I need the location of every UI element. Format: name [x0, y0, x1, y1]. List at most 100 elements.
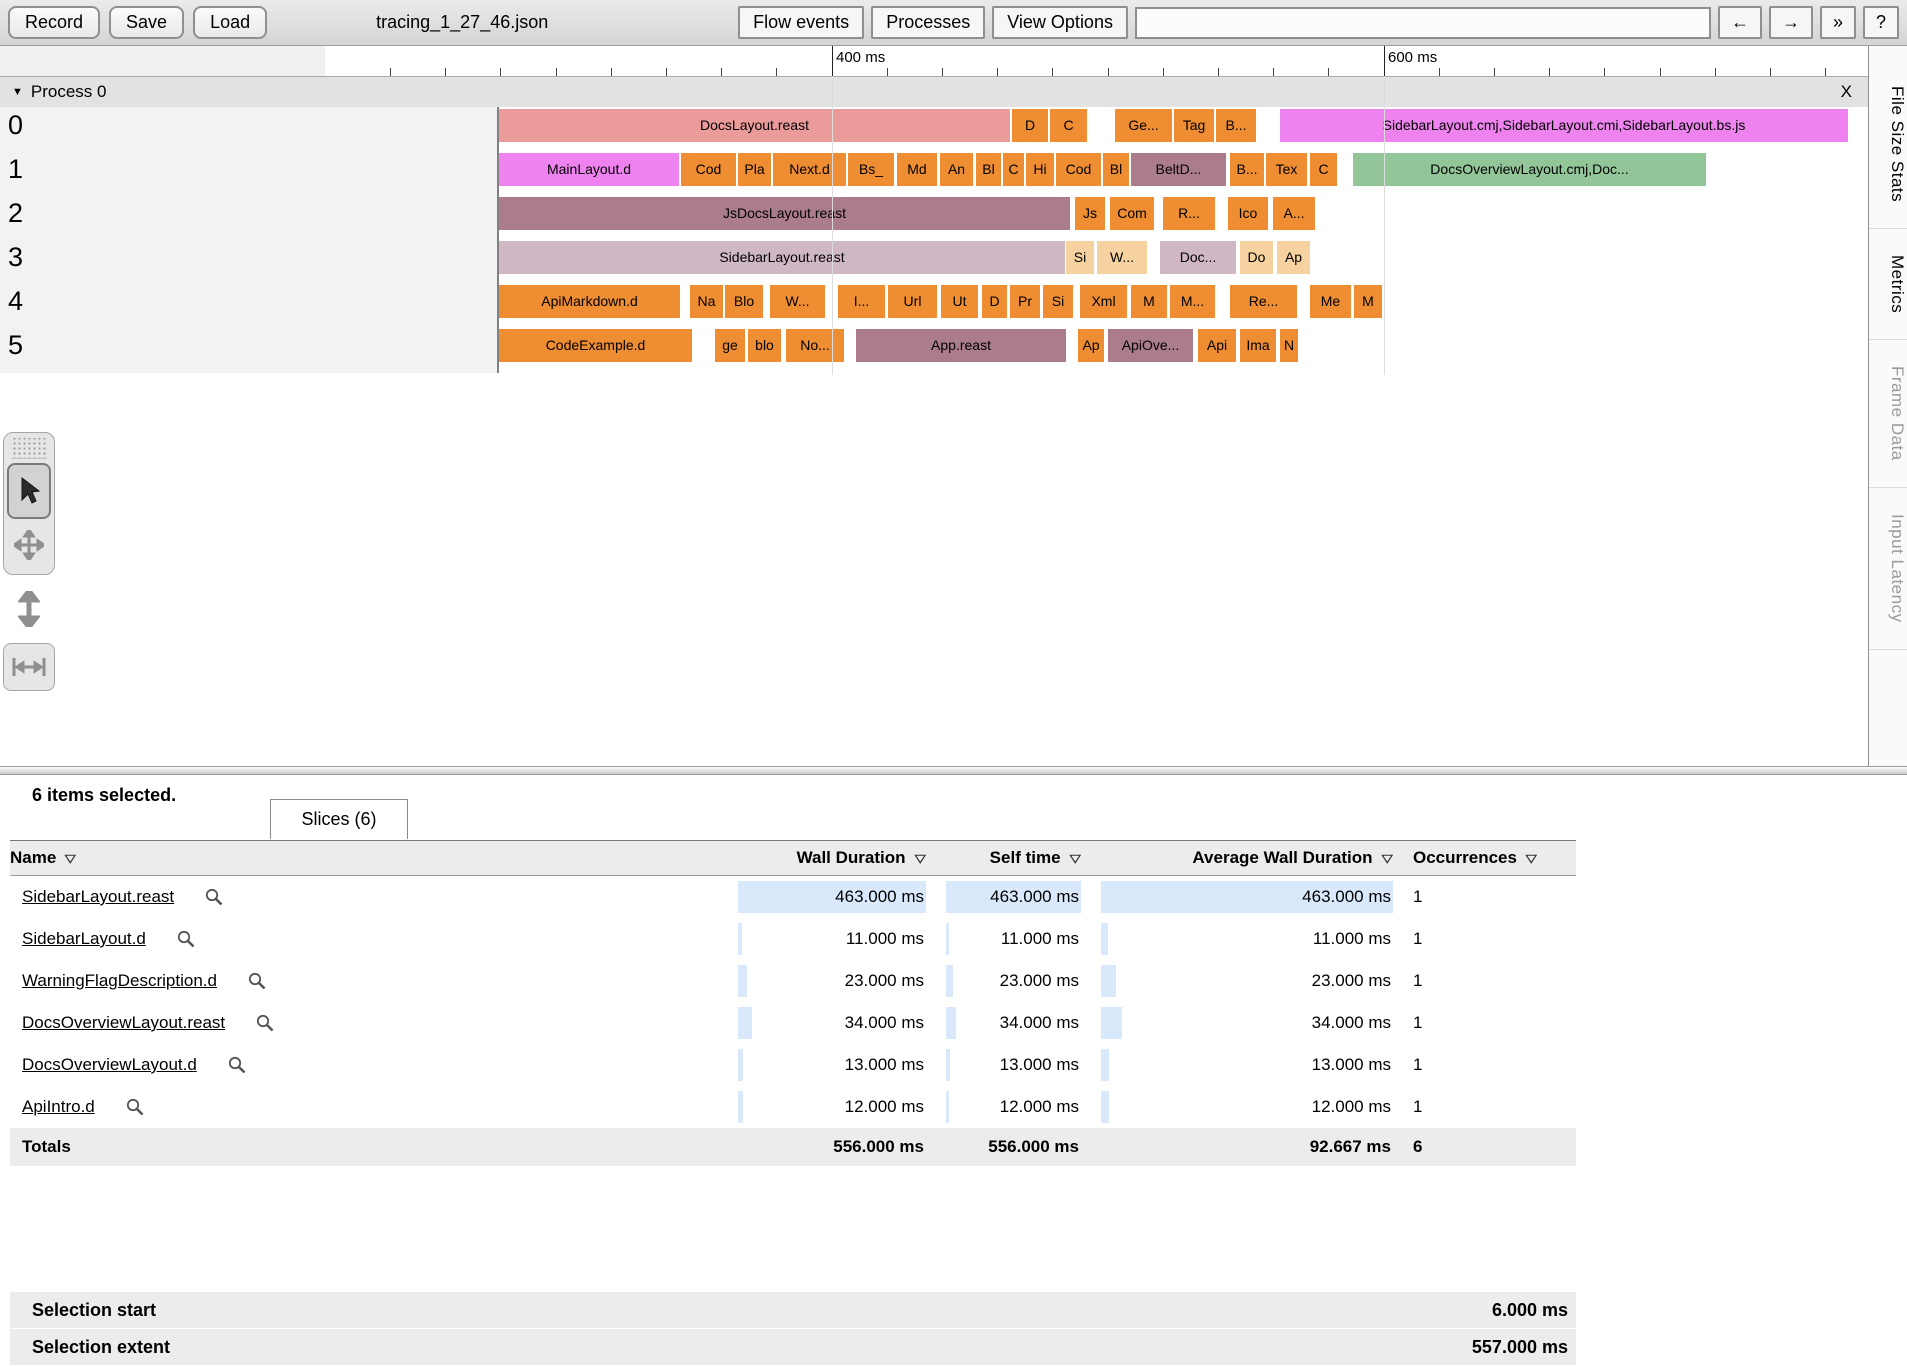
flame-slice[interactable]: D [1012, 109, 1048, 142]
flame-slice[interactable]: Tex [1266, 153, 1307, 186]
flame-slice[interactable]: Tag [1174, 109, 1214, 142]
magnifier-icon[interactable] [204, 887, 224, 907]
sidebar-tab-file-size-stats[interactable]: File Size Stats [1869, 46, 1907, 230]
flame-slice[interactable]: Xml [1080, 285, 1127, 318]
search-input[interactable] [1134, 6, 1711, 39]
flame-slice[interactable]: Ut [941, 285, 978, 318]
flame-slice[interactable]: C [1003, 153, 1024, 186]
flame-slice[interactable]: An [940, 153, 973, 186]
flame-slice[interactable]: ge [715, 329, 745, 362]
record-button[interactable]: Record [8, 5, 101, 40]
sidebar-tab-metrics[interactable]: Metrics [1869, 229, 1907, 341]
flame-slice[interactable]: Cod [1056, 153, 1101, 186]
flame-slice[interactable]: blo [748, 329, 781, 362]
flame-slice[interactable]: DocsLayout.reast [499, 109, 1010, 142]
flame-slice[interactable]: Js [1075, 197, 1105, 230]
flame-slice[interactable]: Pr [1010, 285, 1040, 318]
flame-slice[interactable]: Doc... [1160, 241, 1236, 274]
flame-slice[interactable]: Si [1043, 285, 1073, 318]
expand-horizontal-tool-button[interactable] [3, 643, 55, 691]
flame-slice[interactable]: B... [1216, 109, 1256, 142]
flame-slice[interactable]: B... [1230, 153, 1264, 186]
flame-slice[interactable]: Si [1066, 241, 1094, 274]
slice-name-link[interactable]: WarningFlagDescription.d [22, 971, 217, 991]
flame-slice[interactable]: Pla [738, 153, 771, 186]
collapse-triangle-icon[interactable]: ▼ [12, 86, 23, 98]
flame-slice[interactable]: ApiOve... [1108, 329, 1193, 362]
magnifier-icon[interactable] [125, 1097, 145, 1117]
flame-slice[interactable]: Cod [681, 153, 736, 186]
flame-slice[interactable]: D [982, 285, 1007, 318]
flame-slice[interactable]: N [1280, 329, 1298, 362]
flame-slice[interactable]: M [1131, 285, 1167, 318]
processes-button[interactable]: Processes [871, 5, 986, 40]
flame-slice[interactable]: Hi [1026, 153, 1054, 186]
column-header-average-wall-duration[interactable]: Average Wall Duration ▽ [1101, 848, 1393, 868]
flame-slice[interactable]: SidebarLayout.cmj,SidebarLayout.cmi,Side… [1280, 109, 1848, 142]
flame-slice[interactable]: Next.d [773, 153, 846, 186]
magnifier-icon[interactable] [227, 1055, 247, 1075]
flame-slice[interactable]: Na [690, 285, 723, 318]
flame-slice[interactable]: Bs_ [848, 153, 894, 186]
zoom-vertical-tool-button[interactable] [3, 583, 55, 635]
flame-slice[interactable]: App.reast [856, 329, 1066, 362]
flow-events-button[interactable]: Flow events [738, 5, 865, 40]
flame-slice[interactable]: SidebarLayout.reast [499, 241, 1065, 274]
slice-name-link[interactable]: ApiIntro.d [22, 1097, 95, 1117]
pane-splitter[interactable] [0, 766, 1907, 775]
help-button[interactable]: ? [1862, 5, 1899, 40]
flame-slice[interactable]: Ima [1240, 329, 1276, 362]
flame-slice[interactable]: No... [786, 329, 844, 362]
flame-slice[interactable]: C [1310, 153, 1337, 186]
find-previous-button[interactable]: ← [1717, 5, 1762, 40]
column-header-name[interactable]: Name ▽ [10, 848, 718, 868]
flame-slice[interactable]: Com [1110, 197, 1154, 230]
flame-slice[interactable]: CodeExample.d [499, 329, 692, 362]
slice-name-link[interactable]: DocsOverviewLayout.d [22, 1055, 197, 1075]
load-button[interactable]: Load [193, 5, 268, 40]
find-next-button[interactable]: → [1768, 5, 1813, 40]
flame-slice[interactable]: Bl [976, 153, 1001, 186]
column-header-self-time[interactable]: Self time ▽ [946, 848, 1081, 868]
slice-name-link[interactable]: SidebarLayout.d [22, 929, 146, 949]
flame-slice[interactable]: Ap [1078, 329, 1104, 362]
flame-slice[interactable]: I... [838, 285, 885, 318]
drag-handle-icon[interactable] [11, 438, 47, 459]
flame-slice[interactable]: Ico [1228, 197, 1268, 230]
flame-slice[interactable]: M [1354, 285, 1382, 318]
slice-name-link[interactable]: SidebarLayout.reast [22, 887, 174, 907]
pan-tool-button[interactable] [7, 519, 51, 571]
flame-slice[interactable]: ApiMarkdown.d [499, 285, 680, 318]
flame-slice[interactable]: Blo [725, 285, 763, 318]
flame-slice[interactable]: Do [1240, 241, 1273, 274]
flame-slice[interactable]: MainLayout.d [499, 153, 679, 186]
column-header-occurrences[interactable]: Occurrences ▽ [1413, 848, 1576, 868]
flame-slice[interactable]: Ap [1277, 241, 1310, 274]
flame-slice[interactable]: Bl [1103, 153, 1129, 186]
more-options-button[interactable]: » [1819, 5, 1856, 40]
flame-slice[interactable]: Ge... [1115, 109, 1172, 142]
slice-name-link[interactable]: DocsOverviewLayout.reast [22, 1013, 225, 1033]
flame-slice[interactable]: W... [770, 285, 825, 318]
view-options-button[interactable]: View Options [992, 5, 1128, 40]
magnifier-icon[interactable] [176, 929, 196, 949]
flame-slice[interactable]: Me [1310, 285, 1351, 318]
magnifier-icon[interactable] [247, 971, 267, 991]
flame-slice[interactable]: A... [1273, 197, 1315, 230]
flame-slice[interactable]: Re... [1230, 285, 1297, 318]
flame-slice[interactable]: Api [1198, 329, 1236, 362]
save-button[interactable]: Save [109, 5, 185, 40]
flame-slice[interactable]: M... [1170, 285, 1215, 318]
timeline-ruler[interactable]: 400 ms 600 ms [0, 46, 1868, 77]
selection-tool-button[interactable] [7, 463, 51, 519]
flame-slice[interactable]: DocsOverviewLayout.cmj,Doc... [1353, 153, 1706, 186]
flame-slice[interactable]: C [1050, 109, 1087, 142]
tab-slices[interactable]: Slices (6) [270, 799, 408, 839]
close-process-button[interactable]: X [1841, 82, 1852, 102]
flame-slice[interactable]: JsDocsLayout.reast [499, 197, 1070, 230]
flame-slice[interactable]: Url [888, 285, 937, 318]
flame-slice[interactable]: Md [897, 153, 937, 186]
flame-slice[interactable]: BeltD... [1131, 153, 1226, 186]
column-header-wall-duration[interactable]: Wall Duration ▽ [738, 848, 926, 868]
flame-slice[interactable]: R... [1163, 197, 1215, 230]
